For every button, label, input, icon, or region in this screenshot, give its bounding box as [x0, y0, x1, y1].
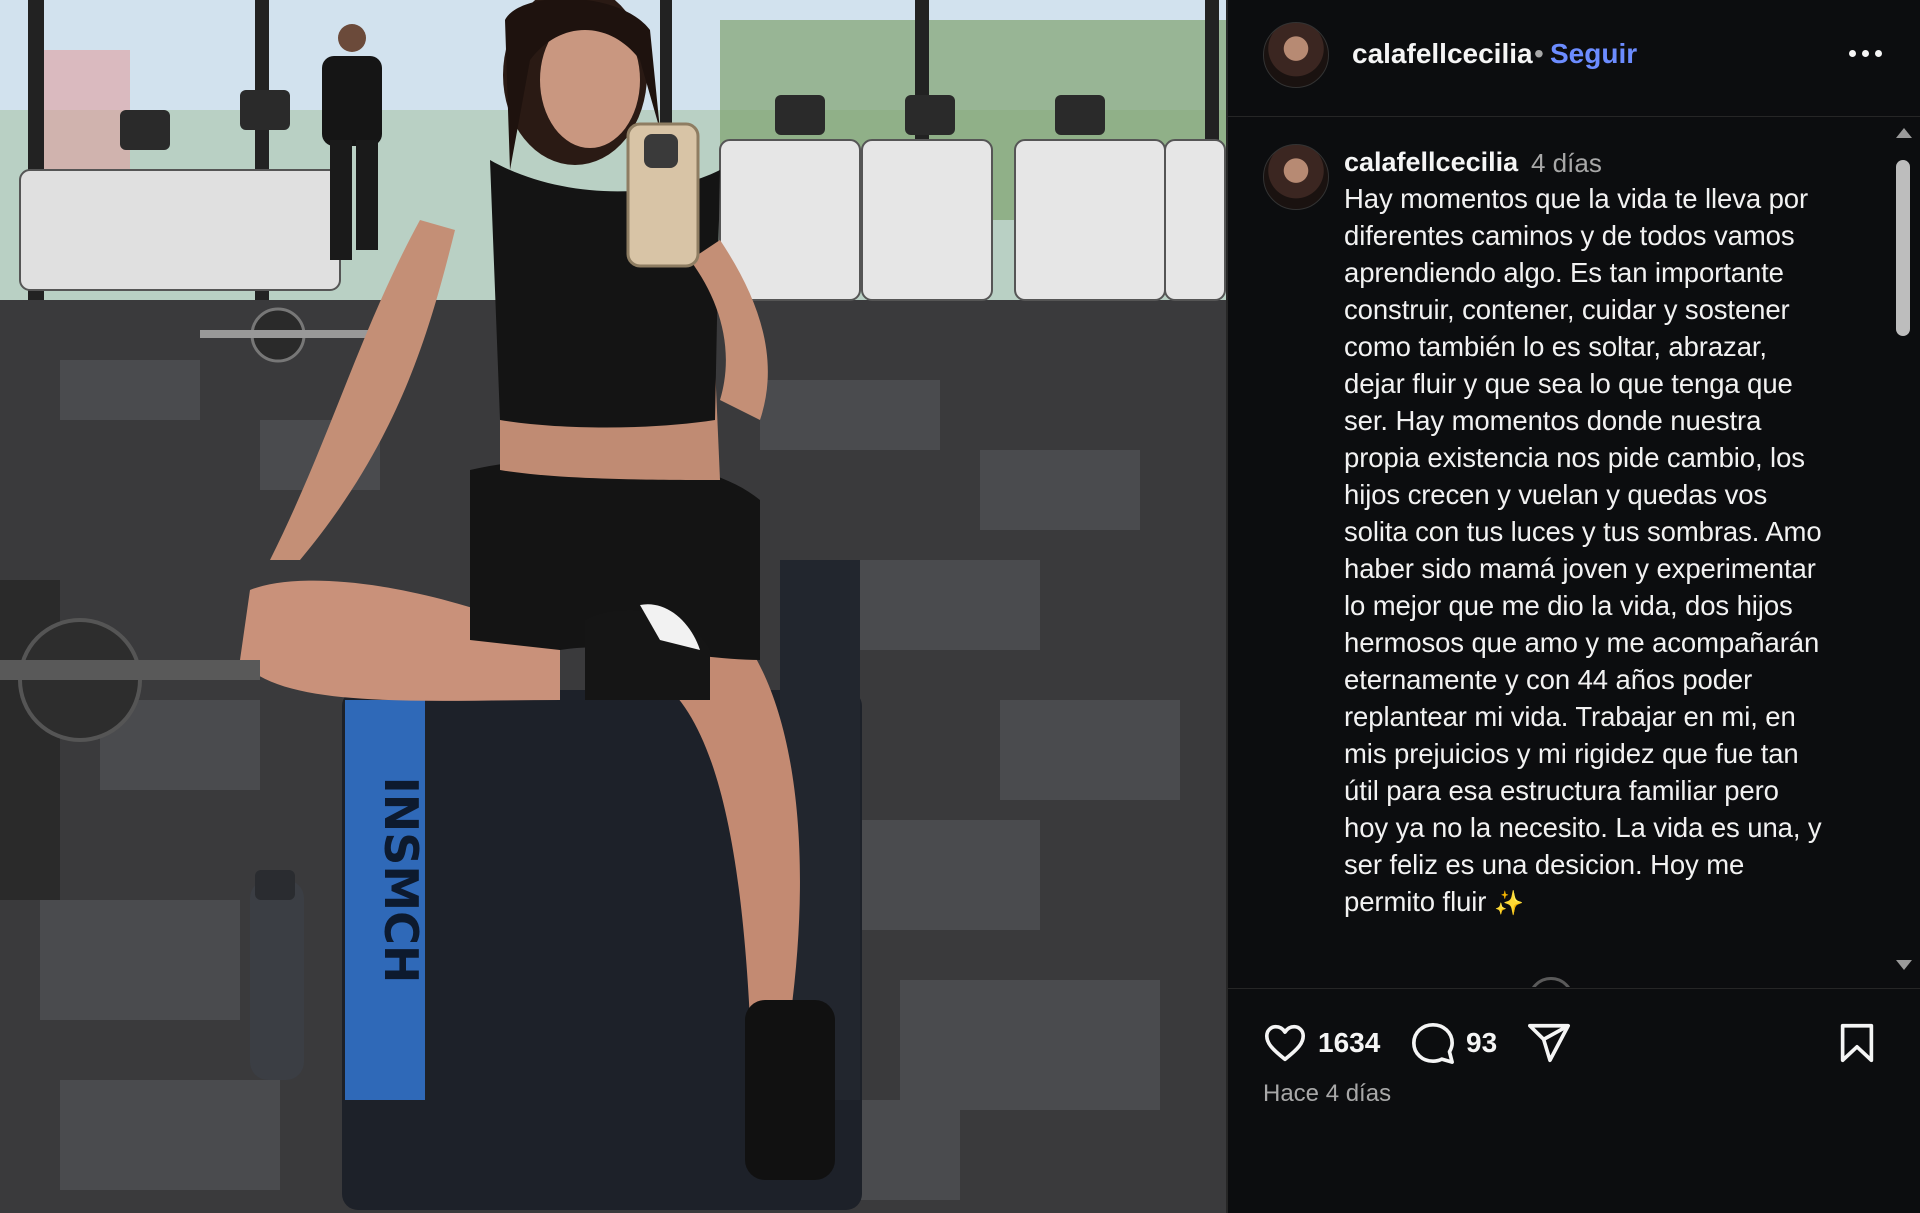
- caption-username[interactable]: calafellcecilia: [1344, 147, 1518, 178]
- scroll-thumb[interactable]: [1896, 160, 1910, 336]
- post-info-panel: calafellcecilia • Seguir calafellcecilia…: [1228, 0, 1920, 1213]
- heart-icon: [1264, 1024, 1306, 1062]
- caption-body: Hay momentos que la vida te lleva por di…: [1344, 183, 1822, 917]
- caption-text: Hay momentos que la vida te lleva por di…: [1344, 180, 1864, 922]
- comment-bubble-icon: [1412, 1022, 1454, 1064]
- send-icon: [1528, 1023, 1570, 1063]
- author-username[interactable]: calafellcecilia: [1352, 38, 1533, 70]
- comment-button[interactable]: 93: [1410, 1020, 1497, 1066]
- post-header: calafellcecilia • Seguir: [1228, 0, 1920, 117]
- instagram-post-viewer: INSMCH calafellcecilia • Seguir calafell…: [0, 0, 1920, 1213]
- scroll-down-arrow-icon[interactable]: [1896, 960, 1912, 970]
- caption-section: calafellcecilia 4 días Hay momentos que …: [1228, 117, 1920, 987]
- post-timestamp: Hace 4 días: [1263, 1080, 1392, 1107]
- actions-divider: [1228, 988, 1920, 989]
- separator-dot: •: [1534, 38, 1544, 69]
- like-count: 1634: [1318, 1027, 1381, 1058]
- caption-avatar[interactable]: [1263, 144, 1329, 210]
- comment-loading-icon: [1528, 977, 1574, 987]
- save-button[interactable]: [1834, 1020, 1880, 1066]
- share-button[interactable]: [1526, 1020, 1572, 1066]
- follow-button[interactable]: Seguir: [1550, 38, 1637, 70]
- author-avatar[interactable]: [1263, 22, 1329, 88]
- post-photo[interactable]: INSMCH: [0, 0, 1226, 1213]
- more-options-icon[interactable]: [1840, 28, 1890, 78]
- sparkles-emoji: ✨: [1494, 890, 1525, 917]
- caption-time: 4 días: [1531, 148, 1602, 178]
- comment-count: 93: [1466, 1027, 1498, 1058]
- gym-selfie-illustration: INSMCH: [0, 0, 1226, 1213]
- bookmark-icon: [1840, 1023, 1874, 1063]
- box-print: INSMCH: [374, 777, 428, 984]
- scroll-up-arrow-icon[interactable]: [1896, 128, 1912, 138]
- like-button[interactable]: 1634: [1262, 1020, 1380, 1066]
